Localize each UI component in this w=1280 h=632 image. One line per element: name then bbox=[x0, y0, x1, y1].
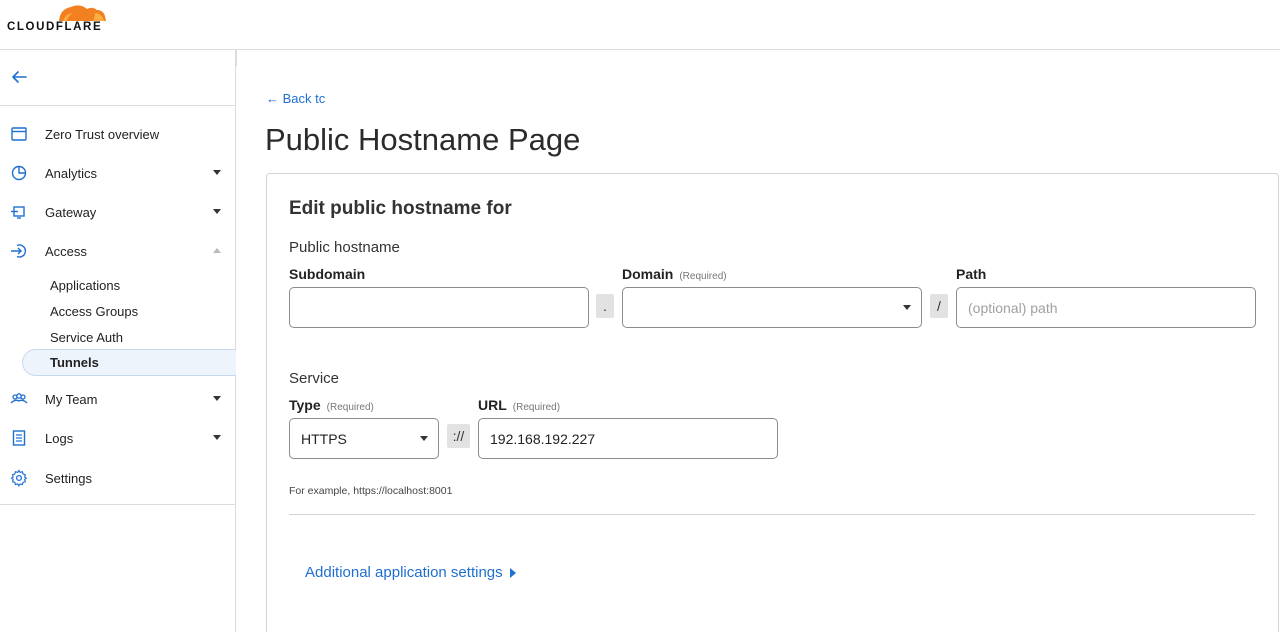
sidebar-item-label: Analytics bbox=[45, 165, 98, 181]
public-hostname-label: Public hostname bbox=[289, 239, 400, 256]
domain-label-text: Domain bbox=[622, 266, 674, 282]
sidebar-subitem-tunnels[interactable]: Tunnels bbox=[22, 349, 236, 376]
required-hint: (Required) bbox=[326, 402, 374, 413]
type-select[interactable]: HTTPS bbox=[289, 418, 439, 459]
sidebar-subitem-service-auth[interactable]: Service Auth bbox=[22, 324, 236, 350]
chevron-down-icon bbox=[903, 305, 911, 310]
scheme-separator: :// bbox=[447, 424, 470, 448]
subdomain-label-text: Subdomain bbox=[289, 266, 366, 282]
sidebar-subitem-access-groups[interactable]: Access Groups bbox=[22, 298, 236, 324]
domain-select[interactable] bbox=[622, 287, 922, 328]
divider bbox=[0, 504, 236, 505]
back-link[interactable]: ← Back tc bbox=[266, 91, 325, 106]
sidebar-item-label: Gateway bbox=[45, 204, 97, 220]
sidebar-item-label: Access bbox=[45, 243, 87, 259]
sidebar-item-access[interactable]: Access bbox=[0, 236, 236, 266]
chevron-down-icon bbox=[213, 396, 221, 401]
sidebar-subitem-label: Access Groups bbox=[50, 303, 139, 319]
type-label: Type (Required) bbox=[289, 397, 374, 413]
sidebar-item-label: Zero Trust overview bbox=[45, 126, 160, 142]
caret-right-icon bbox=[509, 567, 516, 578]
sidebar-subitem-label: Service Auth bbox=[50, 329, 123, 345]
edit-hostname-card: Edit public hostname for Public hostname… bbox=[266, 173, 1279, 632]
url-label-text: URL bbox=[478, 397, 507, 413]
users-icon bbox=[10, 393, 28, 404]
path-placeholder: (optional) path bbox=[968, 299, 1058, 316]
path-label-text: Path bbox=[956, 266, 987, 282]
sidebar-subitem-applications[interactable]: Applications bbox=[22, 272, 236, 298]
arrow-left-icon[interactable] bbox=[10, 68, 28, 86]
sidebar-item-logs[interactable]: Logs bbox=[0, 423, 236, 453]
type-label-text: Type bbox=[289, 397, 321, 413]
pie-chart-icon bbox=[11, 165, 27, 181]
dot-separator: . bbox=[596, 294, 614, 318]
gear-icon bbox=[10, 469, 28, 487]
url-label: URL (Required) bbox=[478, 397, 560, 413]
additional-settings-toggle[interactable]: Additional application settings bbox=[305, 564, 516, 581]
divider bbox=[236, 50, 237, 66]
card-title: Edit public hostname for bbox=[289, 198, 512, 219]
top-bar: CLOUDFLARE bbox=[0, 0, 1280, 50]
required-hint: (Required) bbox=[512, 402, 561, 413]
brand-wordmark[interactable]: CLOUDFLARE bbox=[7, 21, 102, 33]
sidebar: Zero Trust overview Analytics Gateway Ac… bbox=[0, 50, 236, 632]
subdomain-input[interactable] bbox=[289, 287, 589, 328]
sidebar-subitem-label: Applications bbox=[50, 277, 121, 293]
subdomain-label: Subdomain bbox=[289, 266, 365, 282]
domain-label: Domain (Required) bbox=[622, 266, 727, 282]
url-input[interactable]: 192.168.192.227 bbox=[478, 418, 778, 459]
path-label: Path bbox=[956, 266, 986, 282]
sidebar-item-analytics[interactable]: Analytics bbox=[0, 158, 236, 188]
path-input[interactable]: (optional) path bbox=[956, 287, 1256, 328]
sign-in-icon bbox=[11, 244, 27, 258]
sidebar-item-gateway[interactable]: Gateway bbox=[0, 197, 236, 227]
service-label: Service bbox=[289, 370, 340, 387]
sidebar-item-zero-trust-overview[interactable]: Zero Trust overview bbox=[0, 119, 236, 149]
sidebar-item-label: Settings bbox=[45, 470, 92, 486]
required-hint: (Required) bbox=[679, 271, 727, 282]
chevron-down-icon bbox=[213, 209, 221, 214]
document-icon bbox=[12, 430, 26, 446]
chevron-down-icon bbox=[213, 435, 221, 440]
chevron-down-icon bbox=[420, 436, 428, 441]
gateway-icon bbox=[11, 206, 25, 219]
url-help-text: For example, https://localhost:8001 bbox=[289, 485, 453, 497]
chevron-down-icon bbox=[213, 170, 221, 175]
url-value: 192.168.192.227 bbox=[490, 430, 596, 447]
window-icon bbox=[11, 127, 27, 141]
additional-settings-label: Additional application settings bbox=[305, 564, 503, 581]
sidebar-item-label: Logs bbox=[45, 430, 74, 446]
sidebar-subitem-label: Tunnels bbox=[50, 355, 99, 370]
divider bbox=[289, 514, 1255, 515]
divider bbox=[0, 105, 236, 106]
slash-separator: / bbox=[930, 294, 948, 318]
sidebar-item-label: My Team bbox=[45, 391, 98, 407]
chevron-up-icon bbox=[213, 248, 221, 253]
sidebar-item-my-team[interactable]: My Team bbox=[0, 384, 236, 414]
page-title: Public Hostname Page bbox=[265, 122, 581, 157]
type-value: HTTPS bbox=[301, 430, 347, 447]
sidebar-item-settings[interactable]: Settings bbox=[0, 463, 236, 493]
